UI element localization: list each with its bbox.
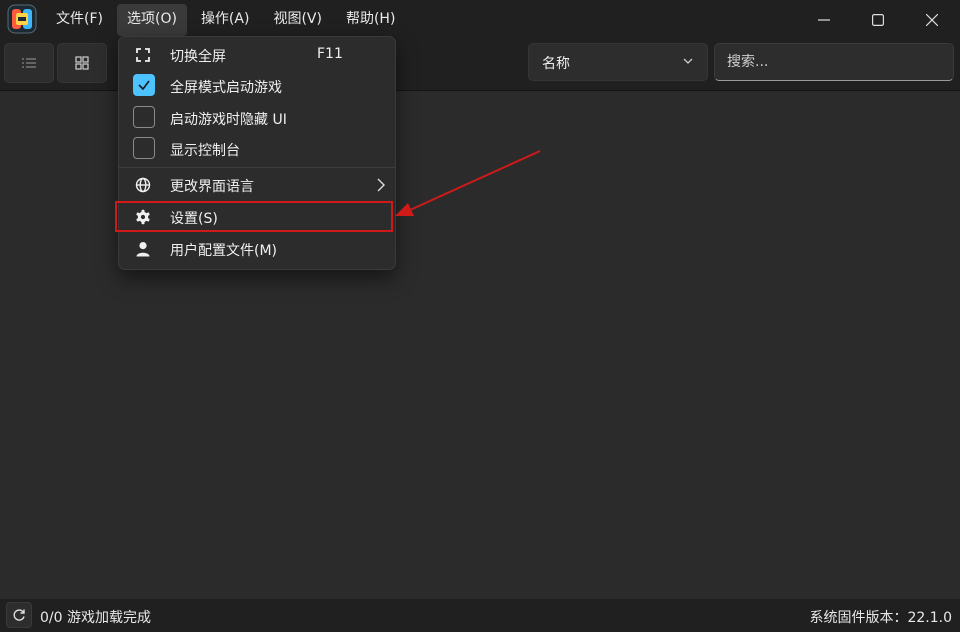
search-input[interactable] (715, 44, 953, 80)
shortcut-label: F11 (317, 46, 343, 62)
checkbox-checked[interactable] (133, 74, 155, 96)
checkbox-unchecked[interactable] (133, 106, 155, 128)
annotation-highlight-box (115, 201, 393, 232)
menu-view[interactable]: 视图(V) (263, 4, 332, 36)
minimize-button[interactable] (796, 0, 852, 40)
minimize-icon (818, 19, 830, 21)
maximize-button[interactable] (850, 0, 906, 40)
checkbox-unchecked[interactable] (133, 137, 155, 159)
sort-select-value: 名称 (542, 56, 570, 72)
menu-item-label: 全屏模式启动游戏 (170, 80, 282, 96)
menu-item-show-console[interactable]: 显示控制台 (119, 134, 395, 164)
menu-separator (119, 167, 395, 168)
menu-item-toggle-fullscreen[interactable]: 切换全屏 F11 (119, 40, 395, 70)
fullscreen-icon (135, 47, 151, 63)
menu-item-user-profiles[interactable]: 用户配置文件(M) (119, 234, 395, 264)
menu-help[interactable]: 帮助(H) (336, 4, 405, 36)
maximize-icon (872, 14, 884, 26)
chevron-down-icon (683, 58, 693, 64)
chevron-right-icon (377, 178, 385, 192)
menu-item-change-language[interactable]: 更改界面语言 (119, 170, 395, 200)
menu-actions[interactable]: 操作(A) (191, 4, 260, 36)
sort-select[interactable]: 名称 (528, 43, 708, 81)
refresh-icon (13, 609, 25, 621)
search-box[interactable] (714, 43, 954, 81)
close-button[interactable] (904, 0, 960, 40)
refresh-button[interactable] (6, 602, 32, 628)
title-bar: 文件(F) 选项(O) 操作(A) 视图(V) 帮助(H) (0, 0, 960, 40)
grid-icon (75, 56, 89, 70)
menu-file[interactable]: 文件(F) (46, 4, 113, 36)
globe-icon (135, 177, 151, 193)
games-loaded-status: 0/0 游戏加载完成 (40, 610, 151, 626)
menu-item-label: 启动游戏时隐藏 UI (170, 112, 287, 128)
app-logo-icon[interactable] (7, 4, 37, 34)
menu-item-label: 显示控制台 (170, 143, 240, 159)
user-icon (135, 241, 151, 257)
menu-item-label: 用户配置文件(M) (170, 243, 278, 259)
checkmark-icon (138, 80, 150, 91)
menu-bar: 文件(F) 选项(O) 操作(A) 视图(V) 帮助(H) (46, 4, 405, 36)
menu-item-label: 更改界面语言 (170, 179, 254, 195)
close-icon (926, 14, 938, 26)
grid-view-button[interactable] (57, 43, 107, 83)
firmware-version: 系统固件版本：22.1.0 (809, 610, 952, 626)
options-dropdown-menu: 切换全屏 F11 全屏模式启动游戏 启动游戏时隐藏 UI 显示控制台 更改界面语… (118, 36, 396, 270)
menu-item-label: 切换全屏 (170, 49, 226, 65)
menu-item-fullscreen-launch[interactable]: 全屏模式启动游戏 (119, 71, 395, 101)
menu-options[interactable]: 选项(O) (116, 4, 187, 36)
list-icon (22, 58, 36, 68)
status-bar: 0/0 游戏加载完成 系统固件版本：22.1.0 (0, 599, 960, 632)
menu-item-hide-ui[interactable]: 启动游戏时隐藏 UI (119, 103, 395, 133)
list-view-button[interactable] (4, 43, 54, 83)
